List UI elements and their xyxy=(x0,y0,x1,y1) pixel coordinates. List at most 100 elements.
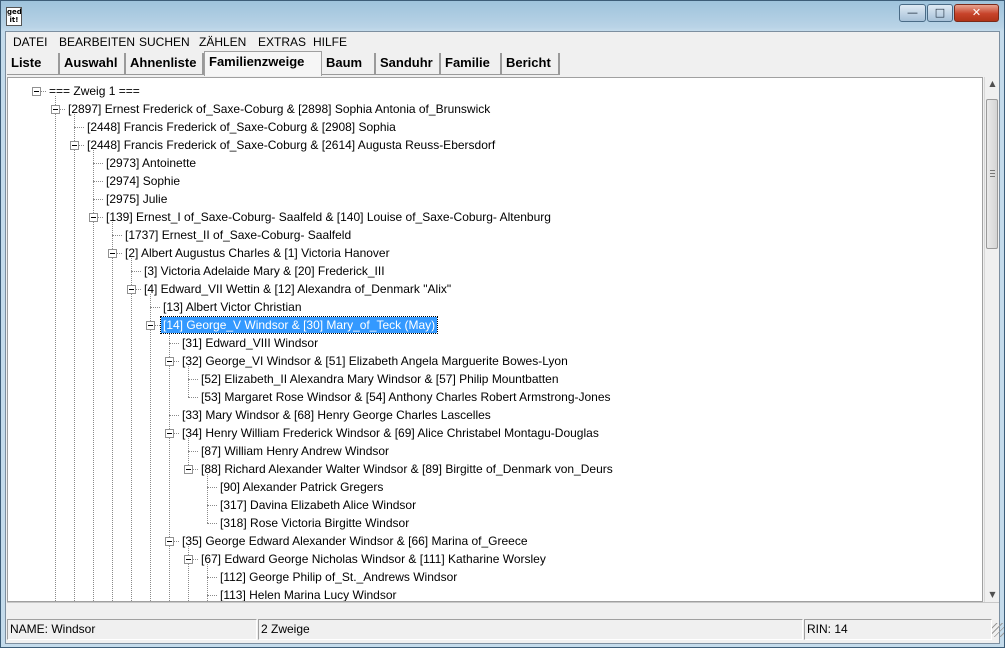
tree-node[interactable]: [2448] Francis Frederick of_Saxe-Coburg … xyxy=(85,136,497,154)
tree-node[interactable]: [113] Helen Marina Lucy Windsor xyxy=(218,586,399,601)
tree-connector-line xyxy=(207,523,217,524)
tree-node[interactable]: [2] Albert Augustus Charles & [1] Victor… xyxy=(123,244,392,262)
maximize-button[interactable]: □ xyxy=(927,4,953,22)
menu-bar: DATEI BEARBEITEN SUCHEN ZÄHLEN EXTRAS HI… xyxy=(6,32,999,52)
scrollbar-thumb[interactable] xyxy=(986,99,998,249)
tree-connector-line xyxy=(112,235,122,236)
tree-connector-line xyxy=(93,181,103,182)
tree-node[interactable]: [53] Margaret Rose Windsor & [54] Anthon… xyxy=(199,388,613,406)
collapse-toggle-icon[interactable] xyxy=(146,321,155,330)
tree-node-label: [2975] Julie xyxy=(106,192,168,206)
collapse-toggle-icon[interactable] xyxy=(165,357,174,366)
tree-node[interactable]: [2897] Ernest Frederick of_Saxe-Coburg &… xyxy=(66,100,492,118)
tab-sanduhr[interactable]: Sanduhr xyxy=(376,53,441,75)
tree-node[interactable]: [318] Rose Victoria Birgitte Windsor xyxy=(218,514,411,532)
tab-ahnenliste[interactable]: Ahnenliste xyxy=(126,53,204,75)
collapse-toggle-icon[interactable] xyxy=(165,537,174,546)
collapse-toggle-icon[interactable] xyxy=(165,429,174,438)
tab-auswahl[interactable]: Auswahl xyxy=(60,53,126,75)
tree-node-label: [90] Alexander Patrick Gregers xyxy=(220,480,384,494)
tab-bericht[interactable]: Bericht xyxy=(502,53,560,75)
tree-node-label: === Zweig 1 === xyxy=(49,84,140,98)
status-rin: RIN: 14 xyxy=(804,619,992,640)
tree-node[interactable]: [32] George_VI Windsor & [51] Elizabeth … xyxy=(180,352,570,370)
tree-node-label: [318] Rose Victoria Birgitte Windsor xyxy=(220,516,410,530)
tree-node[interactable]: === Zweig 1 === xyxy=(47,82,142,100)
tab-familienzweige[interactable]: Familienzweige xyxy=(204,51,322,76)
collapse-toggle-icon[interactable] xyxy=(127,285,136,294)
tree-node[interactable]: [1737] Ernest_II of_Saxe-Coburg- Saalfel… xyxy=(123,226,353,244)
scroll-down-arrow-icon[interactable]: ▼ xyxy=(985,588,1000,602)
tree-node-label: [4] Edward_VII Wettin & [12] Alexandra o… xyxy=(144,282,452,296)
tree-node-label: [112] George Philip of_St._Andrews Winds… xyxy=(220,570,458,584)
tree-node[interactable]: [52] Elizabeth_II Alexandra Mary Windsor… xyxy=(199,370,561,388)
tree-connector-line xyxy=(55,96,56,601)
tree-connector-line xyxy=(93,163,103,164)
family-branch-tree[interactable]: === Zweig 1 === [2897] Ernest Frederick o… xyxy=(7,77,983,602)
tab-baum[interactable]: Baum xyxy=(322,53,376,75)
tree-node[interactable]: [2973] Antoinette xyxy=(104,154,198,172)
application-window: ged it! — □ ✕ DATEI BEARBEITEN SUCHEN ZÄ… xyxy=(0,0,1005,648)
collapse-toggle-icon[interactable] xyxy=(108,249,117,258)
tree-node[interactable]: [2974] Sophie xyxy=(104,172,182,190)
tree-connector-line xyxy=(188,451,198,452)
close-button[interactable]: ✕ xyxy=(954,4,999,22)
tree-node[interactable]: [90] Alexander Patrick Gregers xyxy=(218,478,385,496)
tree-node[interactable]: [2975] Julie xyxy=(104,190,169,208)
collapse-toggle-icon[interactable] xyxy=(184,465,193,474)
tree-connector-line xyxy=(188,379,198,380)
menu-zaehlen[interactable]: ZÄHLEN xyxy=(199,35,246,49)
tree-node[interactable]: [88] Richard Alexander Walter Windsor & … xyxy=(199,460,615,478)
tab-familie[interactable]: Familie xyxy=(441,53,502,75)
tree-connector-line xyxy=(74,127,84,128)
tree-node-label: [34] Henry William Frederick Windsor & [… xyxy=(182,426,599,440)
tree-connector-line xyxy=(150,294,151,601)
tree-node[interactable]: [31] Edward_VIII Windsor xyxy=(180,334,320,352)
tree-node-label: [139] Ernest_I of_Saxe-Coburg- Saalfeld … xyxy=(106,210,551,224)
scroll-up-arrow-icon[interactable]: ▲ xyxy=(985,77,1000,91)
vertical-scrollbar[interactable]: ▲ ▼ xyxy=(984,77,999,602)
tree-node-selected[interactable]: [14] George_V Windsor & [30] Mary_of_Tec… xyxy=(159,316,439,334)
menu-bearbeiten[interactable]: BEARBEITEN xyxy=(59,35,135,49)
status-bar: NAME: Windsor 2 Zweige RIN: 14 xyxy=(7,619,1004,640)
tree-node[interactable]: [67] Edward George Nicholas Windsor & [1… xyxy=(199,550,548,568)
tab-liste[interactable]: Liste xyxy=(7,53,60,75)
tree-node-label: [1737] Ernest_II of_Saxe-Coburg- Saalfel… xyxy=(125,228,352,242)
collapse-toggle-icon[interactable] xyxy=(51,105,60,114)
collapse-toggle-icon[interactable] xyxy=(184,555,193,564)
collapse-toggle-icon[interactable] xyxy=(32,87,41,96)
menu-suchen[interactable]: SUCHEN xyxy=(139,35,190,49)
tree-node-label: [2973] Antoinette xyxy=(106,156,197,170)
app-icon[interactable]: ged it! xyxy=(6,7,22,26)
tree-connector-line xyxy=(93,199,103,200)
tree-node[interactable]: [33] Mary Windsor & [68] Henry George Ch… xyxy=(180,406,493,424)
tree-node[interactable]: [317] Davina Elizabeth Alice Windsor xyxy=(218,496,418,514)
collapse-toggle-icon[interactable] xyxy=(89,213,98,222)
tree-node-label: [53] Margaret Rose Windsor & [54] Anthon… xyxy=(201,390,611,404)
tree-node-label: [2448] Francis Frederick of_Saxe-Coburg … xyxy=(87,120,396,134)
title-bar[interactable]: ged it! — □ ✕ xyxy=(1,1,1004,31)
tree-node[interactable]: [139] Ernest_I of_Saxe-Coburg- Saalfeld … xyxy=(104,208,553,226)
tree-connector-line xyxy=(131,271,141,272)
resize-grip-icon[interactable] xyxy=(992,623,1004,637)
tree-node[interactable]: [35] George Edward Alexander Windsor & [… xyxy=(180,532,530,550)
collapse-toggle-icon[interactable] xyxy=(70,141,79,150)
minimize-button[interactable]: — xyxy=(899,4,926,22)
tree-connector-line xyxy=(74,114,75,601)
tree-connector-line xyxy=(207,474,208,523)
client-area: DATEI BEARBEITEN SUCHEN ZÄHLEN EXTRAS HI… xyxy=(5,31,1004,644)
tree-connector-line xyxy=(131,258,132,601)
tree-node[interactable]: [2448] Francis Frederick of_Saxe-Coburg … xyxy=(85,118,398,136)
status-name: NAME: Windsor xyxy=(7,619,257,640)
menu-extras[interactable]: EXTRAS xyxy=(258,35,306,49)
tree-node[interactable]: [112] George Philip of_St._Andrews Winds… xyxy=(218,568,459,586)
tree-node[interactable]: [4] Edward_VII Wettin & [12] Alexandra o… xyxy=(142,280,453,298)
tree-node[interactable]: [3] Victoria Adelaide Mary & [20] Freder… xyxy=(142,262,387,280)
tree-node[interactable]: [87] William Henry Andrew Windsor xyxy=(199,442,391,460)
tree-node[interactable]: [13] Albert Victor Christian xyxy=(161,298,304,316)
tree-node-label: [2897] Ernest Frederick of_Saxe-Coburg &… xyxy=(68,102,491,116)
tree-node[interactable]: [34] Henry William Frederick Windsor & [… xyxy=(180,424,601,442)
menu-hilfe[interactable]: HILFE xyxy=(313,35,347,49)
menu-datei[interactable]: DATEI xyxy=(13,35,47,49)
tree-connector-line xyxy=(169,343,179,344)
